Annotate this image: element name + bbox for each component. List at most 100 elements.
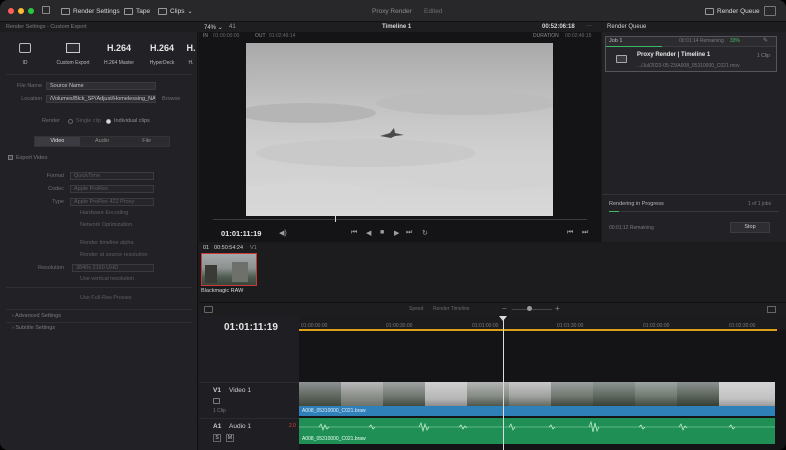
audio-speaker-icon[interactable]: ◀) — [279, 229, 287, 237]
close-window-icon[interactable] — [8, 8, 14, 14]
export-video-checkbox[interactable] — [8, 155, 13, 160]
tape-label: Tape — [136, 8, 151, 15]
mute-button[interactable]: M — [226, 434, 234, 442]
render-alpha-option[interactable]: Render timeline alpha — [80, 240, 134, 246]
out-timecode[interactable]: 01:02:46:14 — [269, 33, 295, 39]
scrub-bar[interactable] — [213, 216, 587, 222]
rendering-status: Rendering in Progress — [609, 201, 664, 207]
zoom-slider[interactable] — [512, 309, 552, 310]
minimize-window-icon[interactable] — [18, 8, 24, 14]
clip-thumbnail[interactable] — [201, 253, 257, 286]
tab-audio[interactable]: Audio — [80, 137, 125, 146]
chevron-right-icon: › — [12, 325, 14, 331]
stop-icon[interactable]: ■ — [380, 229, 384, 236]
render-settings-button[interactable]: Render Settings — [61, 6, 120, 17]
single-clip-radio[interactable] — [68, 119, 73, 124]
render-queue-header: Render Queue — [602, 22, 786, 32]
preset-hyperdeck[interactable]: H.264 HyperDeck — [143, 40, 181, 66]
skip-to-start-icon[interactable]: ⏮ — [351, 229, 357, 237]
stop-render-button[interactable]: Stop — [730, 222, 770, 233]
solo-button[interactable]: S — [213, 434, 221, 442]
zoom-slider-knob[interactable] — [527, 306, 532, 311]
timeline-mode-select[interactable]: Render Timeline — [433, 306, 469, 312]
edit-job-icon[interactable]: ✎ — [763, 37, 768, 44]
track-headers: 01:01:11:19 V1 Video 1 1 Clip A1 Audio 1… — [199, 316, 299, 450]
audio-track-header: A1 Audio 1 2.0 S M — [199, 418, 299, 448]
network-optimization-option[interactable]: Network Optimization — [80, 222, 132, 228]
timeline-playhead[interactable] — [503, 316, 504, 450]
clips-button[interactable]: Clips ⌄ — [158, 6, 192, 17]
render-range-bar — [299, 329, 777, 331]
scrub-playhead[interactable] — [335, 216, 336, 222]
audio-clip[interactable]: A008_05310000_C021.braw — [299, 418, 775, 444]
top-bar: Render Settings Tape Clips ⌄ Proxy Rende… — [0, 0, 786, 22]
subtitle-settings-row[interactable]: › Subtitle Settings — [12, 325, 55, 331]
video-track-icon[interactable] — [213, 398, 220, 404]
location-input[interactable]: /Volumes/Blck_SP/Adjust/Homelessing_NAS/… — [46, 95, 156, 103]
zoom-in-icon[interactable]: + — [555, 304, 560, 313]
advanced-settings-row[interactable]: › Advanced Settings — [12, 313, 61, 319]
resolution-select[interactable]: 3840x 2160 UHD — [72, 264, 154, 272]
zoom-window-icon[interactable] — [28, 8, 34, 14]
single-clip-label: Single clip — [76, 118, 102, 124]
viewer-options-icon[interactable]: ··· — [586, 23, 592, 29]
job-card[interactable]: Job 1 00:01:14 Remaining 33% ✎ Proxy Ren… — [605, 36, 777, 72]
tab-video[interactable]: Video — [35, 137, 80, 146]
job-title: Proxy Render | Timeline 1 — [637, 52, 711, 58]
duration-label: DURATION — [533, 33, 559, 39]
job-remaining: 00:01:14 Remaining — [679, 38, 724, 44]
preset-custom-export[interactable]: Custom Export — [54, 40, 92, 66]
zoom-select[interactable]: 74% ⌄ — [204, 24, 223, 31]
timeline-ruler[interactable]: 01:00:00:00 01:00:30:00 01:01:00:00 01:0… — [299, 316, 786, 330]
play-icon[interactable]: ▶ — [394, 229, 399, 237]
clip-frame-thumbnail — [509, 382, 551, 406]
speed-label: Speed — [409, 306, 424, 312]
previous-clip-icon[interactable]: ⏮ — [567, 229, 573, 237]
job-card-header: Job 1 00:01:14 Remaining 33% ✎ — [606, 37, 776, 46]
individual-clips-radio[interactable] — [106, 119, 111, 124]
tab-file[interactable]: File — [124, 137, 169, 146]
preset-id[interactable]: ID — [6, 40, 44, 66]
expand-icon[interactable] — [764, 6, 776, 16]
format-label: Format — [46, 173, 64, 179]
preset-h-truncated[interactable]: H. H. — [184, 40, 198, 66]
in-label: IN — [203, 33, 208, 39]
a1-name: Audio 1 — [229, 423, 252, 430]
divider — [6, 287, 192, 288]
viewer-panel: 74% ⌄ 41 Timeline 1 00:52:06:18 ··· IN 0… — [199, 22, 601, 242]
monitor-icon — [66, 43, 80, 53]
timeline-settings-icon[interactable] — [767, 306, 776, 313]
hardware-encoding-option[interactable]: Hardware Encoding — [80, 210, 128, 216]
tape-icon — [124, 8, 133, 15]
clip-frame-thumbnail — [341, 382, 383, 406]
tape-button[interactable]: Tape — [124, 6, 150, 17]
play-reverse-icon[interactable]: ◀ — [366, 229, 371, 237]
skip-to-end-icon[interactable]: ⏭ — [406, 229, 412, 237]
loop-icon[interactable]: ↻ — [422, 229, 428, 237]
settings-tabs: Video Audio File — [34, 136, 170, 147]
divider — [6, 322, 192, 323]
zoom-out-icon[interactable]: − — [502, 304, 507, 313]
vertical-resolution-option[interactable]: Use vertical resolution — [80, 276, 134, 282]
in-timecode[interactable]: 01:00:00:00 — [213, 33, 239, 39]
timeline-view-icon[interactable] — [204, 306, 213, 313]
preset-h264-master[interactable]: H.264 H.264 Master — [100, 40, 138, 66]
timeline-area[interactable]: 01:00:00:00 01:00:30:00 01:01:00:00 01:0… — [299, 316, 786, 450]
format-select[interactable]: QuickTime — [70, 172, 154, 180]
monitor-toggle-icon[interactable] — [42, 6, 50, 14]
codec-select[interactable]: Apple ProRes — [70, 185, 154, 193]
jobs-count: 1 of 1 jobs — [748, 201, 772, 207]
v1-name: Video 1 — [229, 387, 251, 394]
render-queue-icon — [705, 8, 714, 15]
job-percent: 33% — [730, 38, 741, 44]
render-queue-button[interactable]: Render Queue — [705, 6, 760, 17]
render-source-option[interactable]: Render at source resolution — [80, 252, 148, 258]
clips-icon — [158, 8, 167, 15]
browse-button[interactable]: Browse — [162, 96, 180, 102]
type-select[interactable]: Apple ProRes 422 Proxy — [70, 198, 154, 206]
filename-input[interactable]: Source Name — [46, 82, 156, 90]
use-proxies-option[interactable]: Use Full-Res Proxies — [80, 295, 132, 301]
video-clip[interactable]: A008_05310000_C021.braw — [299, 382, 775, 416]
next-clip-icon[interactable]: ⏭ — [582, 229, 588, 237]
timeline-timecode: 01:01:11:19 — [224, 322, 278, 333]
